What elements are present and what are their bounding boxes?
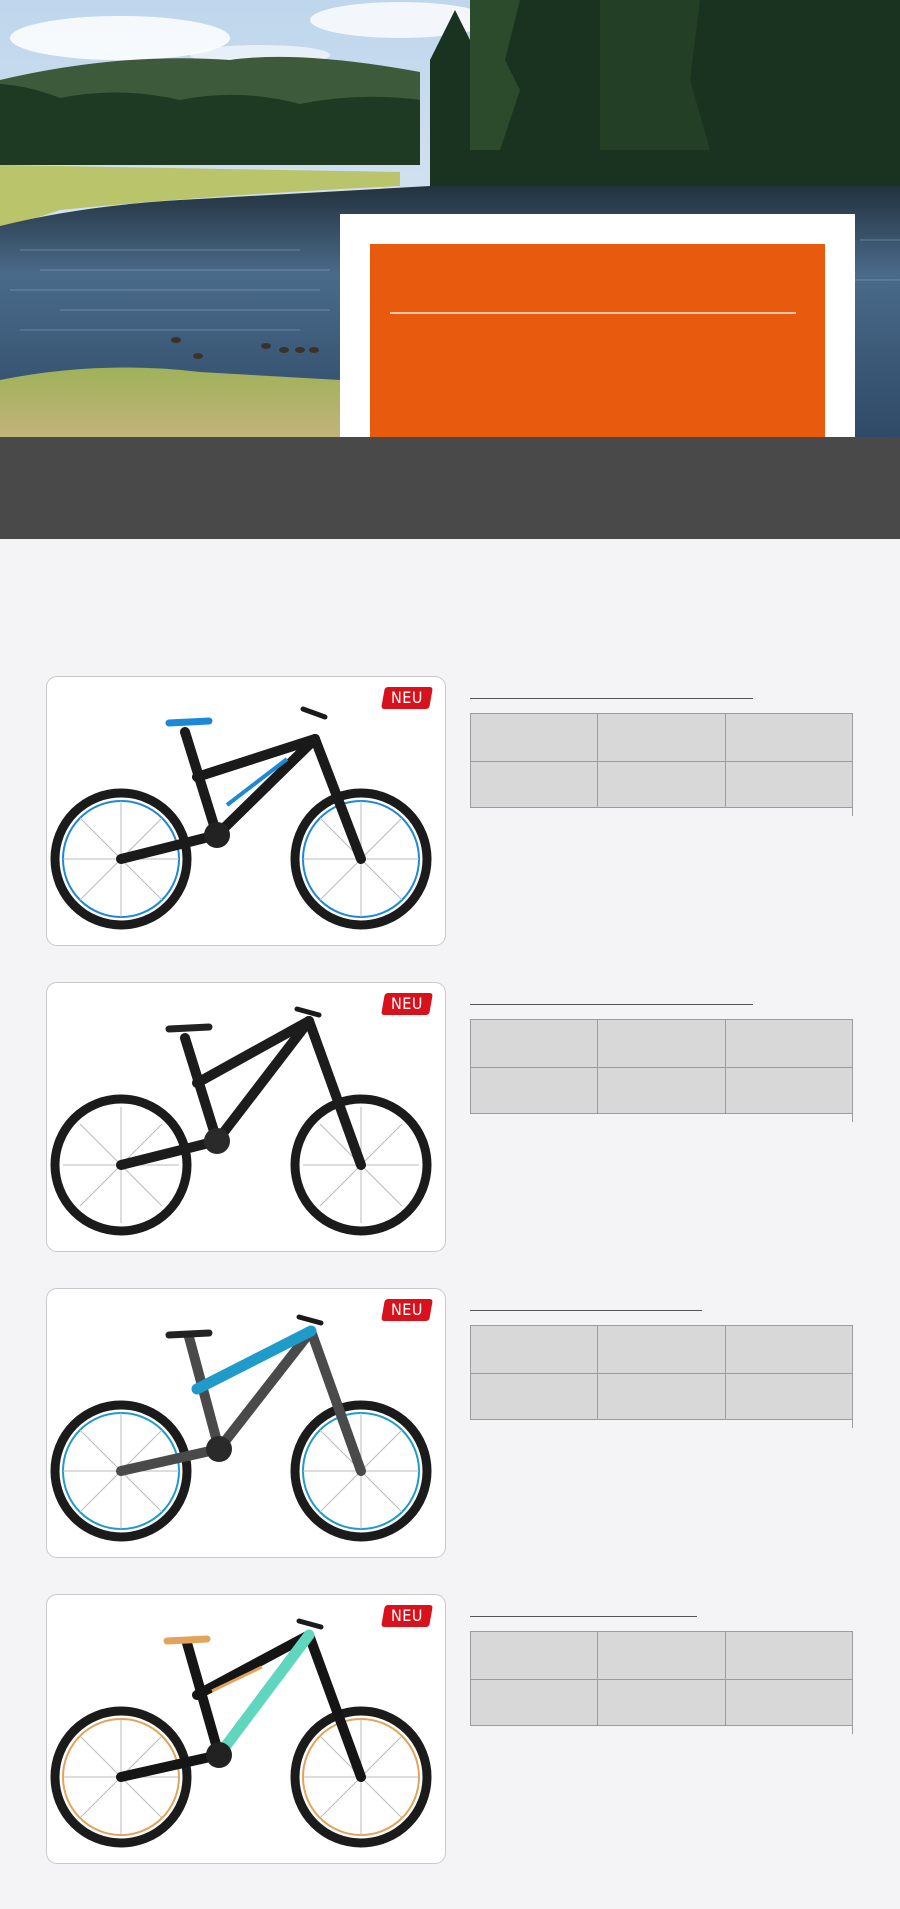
- table-cell: [597, 1679, 726, 1726]
- table-cell: [597, 1373, 726, 1420]
- table-row: [469, 1679, 854, 1726]
- table-cell: [597, 713, 726, 762]
- product-image[interactable]: NEU: [46, 1594, 446, 1864]
- table-edge-tick: [852, 806, 853, 816]
- table-cell: [469, 1373, 599, 1420]
- product-title-underline: [470, 1004, 753, 1005]
- table-edge-tick: [852, 1112, 853, 1122]
- table-cell: [469, 1679, 599, 1726]
- table-cell: [597, 1631, 726, 1680]
- new-badge: NEU: [381, 993, 433, 1015]
- hero-card: [340, 214, 855, 437]
- bike-image: [50, 1006, 432, 1236]
- bike-image: [50, 1314, 432, 1542]
- table-cell: [724, 1679, 854, 1726]
- dark-banner-bar: [0, 437, 900, 539]
- table-cell: [724, 1631, 854, 1680]
- table-row: [469, 1631, 854, 1680]
- table-row: [469, 1067, 854, 1114]
- bike-image: [50, 706, 432, 930]
- table-cell: [597, 1067, 726, 1114]
- new-badge: NEU: [381, 687, 433, 709]
- spec-table: [469, 1631, 854, 1726]
- table-cell: [724, 1325, 854, 1374]
- table-cell: [597, 1019, 726, 1068]
- table-row: [469, 713, 854, 762]
- product-title-underline: [470, 698, 753, 699]
- bike-image: [50, 1618, 432, 1848]
- spec-table: [469, 1325, 854, 1420]
- table-cell: [597, 761, 726, 808]
- product-title-underline: [470, 1310, 702, 1311]
- hero-banner: [0, 0, 900, 437]
- table-row: [469, 1019, 854, 1068]
- table-cell: [597, 1325, 726, 1374]
- table-cell: [724, 761, 854, 808]
- table-cell: [724, 1019, 854, 1068]
- product-title-underline: [470, 1616, 697, 1617]
- product-card[interactable]: NEU: [46, 982, 854, 1252]
- table-cell: [469, 1067, 599, 1114]
- table-cell: [724, 1067, 854, 1114]
- table-cell: [469, 1631, 599, 1680]
- hero-card-orange-panel: [370, 244, 825, 437]
- table-cell: [469, 713, 599, 762]
- product-card[interactable]: NEU: [46, 676, 854, 946]
- spec-table: [469, 1019, 854, 1114]
- table-edge-tick: [852, 1724, 853, 1734]
- product-card[interactable]: NEU: [46, 1288, 854, 1558]
- table-row: [469, 761, 854, 808]
- table-cell: [724, 713, 854, 762]
- table-cell: [469, 761, 599, 808]
- product-image[interactable]: NEU: [46, 982, 446, 1252]
- table-row: [469, 1325, 854, 1374]
- table-cell: [724, 1373, 854, 1420]
- table-edge-tick: [852, 1418, 853, 1428]
- spec-table: [469, 713, 854, 808]
- product-image[interactable]: NEU: [46, 676, 446, 946]
- product-image[interactable]: NEU: [46, 1288, 446, 1558]
- table-row: [469, 1373, 854, 1420]
- table-cell: [469, 1325, 599, 1374]
- new-badge: NEU: [381, 1605, 433, 1627]
- new-badge: NEU: [381, 1299, 433, 1321]
- table-cell: [469, 1019, 599, 1068]
- hero-card-divider: [390, 312, 796, 314]
- product-card[interactable]: NEU: [46, 1594, 854, 1864]
